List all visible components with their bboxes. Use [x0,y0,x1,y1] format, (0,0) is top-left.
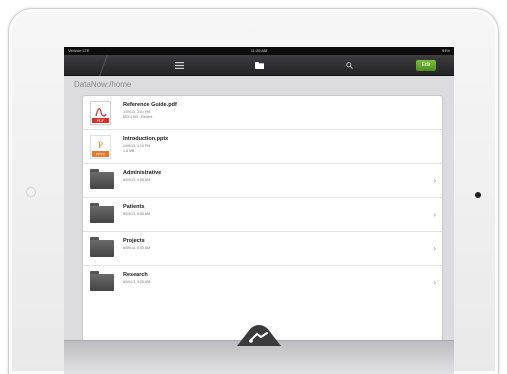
folder-name: Research [123,272,148,278]
file-name: Reference Guide.pdf [123,102,177,108]
camera-dot [475,192,481,198]
file-detail: 1.8 MB [123,148,135,153]
battery-label: 94% [441,48,450,53]
chevron-right-icon: › [433,244,436,253]
nav-divider [88,55,108,76]
file-detail: 603.4 KB · Recent [123,114,153,119]
status-bar: Verizon LTE 11:20 AM 94% [64,47,454,55]
logo-handle-icon[interactable] [237,324,281,346]
file-date: 1/09/13, 3:10 PM [123,144,151,148]
file-name: Introduction.pptx [123,136,169,142]
tab-list-view[interactable] [139,55,219,76]
folder-date: 8/09/13, 9:55 AM [123,212,151,216]
chevron-right-icon: › [433,176,436,185]
home-button[interactable] [26,187,36,197]
file-list: PDF Reference Guide.pdf 1/09/13, 3:01 PM… [82,95,443,345]
list-item-file[interactable]: PDF Reference Guide.pdf 1/09/13, 3:01 PM… [83,96,442,130]
file-meta: 1/09/13, 3:01 PM 603.4 KB · Recent [123,110,152,119]
svg-text:P: P [98,140,103,150]
pdf-file-icon: PDF [90,101,111,125]
file-meta: 1/09/13, 3:10 PM 1.8 MB [123,144,150,153]
file-date: 1/09/13, 3:01 PM [123,110,151,114]
nav-bar: Edit [64,55,454,76]
folder-name: Projects [123,238,145,244]
pptx-file-icon: P PPTX [90,135,111,159]
folder-date: 8/09/13, 9:55 AM [123,178,151,182]
breadcrumb: DataNow:/home [74,80,132,89]
list-icon [174,62,184,69]
pdf-badge-label: PDF [97,119,104,123]
chevron-right-icon: › [433,210,436,219]
folder-icon [90,169,114,193]
list-item-file[interactable]: P PPTX Introduction.pptx 1/09/13, 3:10 P… [83,130,442,164]
chevron-right-icon: › [433,278,436,287]
folder-date: 8/09/13, 9:55 AM [123,246,151,250]
search-icon [345,62,353,69]
folder-icon [254,62,264,69]
tab-search[interactable] [309,55,389,76]
folder-name: Patients [123,204,145,210]
list-item-folder[interactable]: Patients 8/09/13, 9:55 AM › [83,198,442,232]
folder-date: 8/09/13, 9:55 AM [123,280,151,284]
app-screen: Verizon LTE 11:20 AM 94% Edit DataNow:/h… [64,47,454,374]
tab-folders[interactable] [219,55,299,76]
edit-button[interactable]: Edit [416,60,436,71]
pptx-badge-label: PPTX [96,153,106,157]
folder-icon [90,237,114,261]
clock-label: 11:20 AM [250,48,268,53]
list-item-folder[interactable]: Projects 8/09/13, 9:55 AM › [83,232,442,266]
folder-icon [90,203,114,227]
list-item-folder[interactable]: Research 8/09/13, 9:55 AM › [83,266,442,301]
folder-name: Administrative [123,170,162,176]
list-item-folder[interactable]: Administrative 8/09/13, 9:55 AM › [83,164,442,198]
folder-icon [90,271,114,295]
